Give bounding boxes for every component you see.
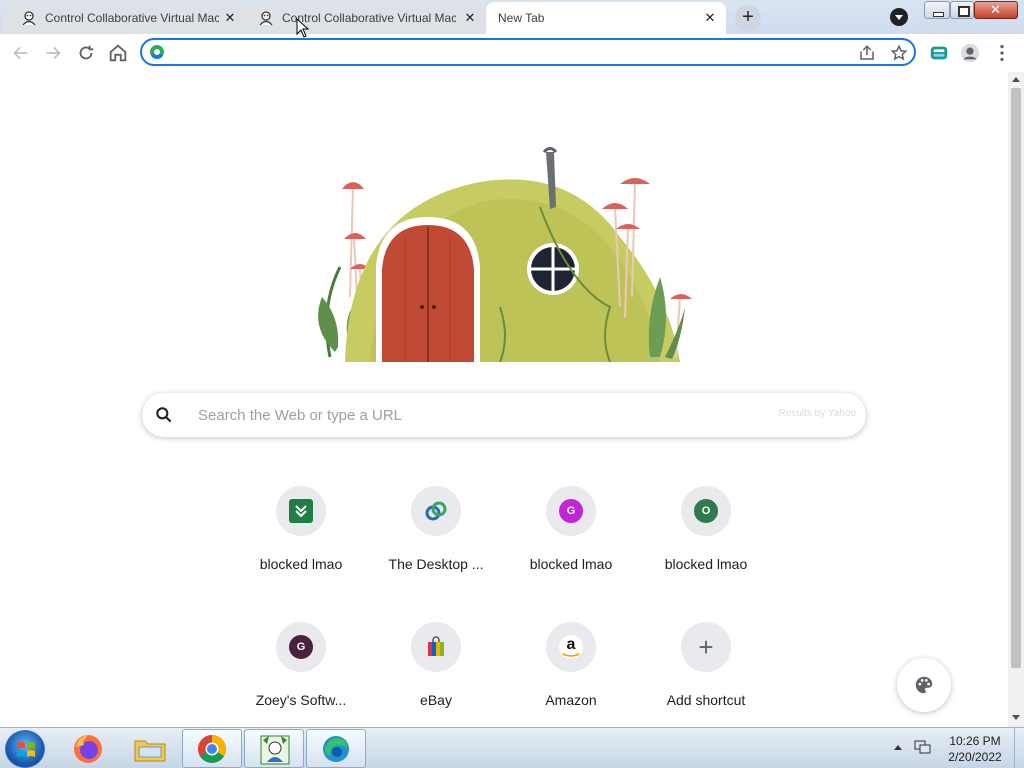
profile-avatar-icon[interactable] <box>959 42 981 64</box>
shortcut-label: blocked lmao <box>664 556 748 572</box>
shortcut-icon-circle: + <box>681 622 731 672</box>
edge-icon <box>323 736 349 762</box>
tab-close-icon[interactable]: ✕ <box>702 10 718 26</box>
shortcut-tile[interactable]: a Amazon <box>516 622 626 734</box>
amazon-letter: a <box>566 636 576 653</box>
cartoon-app-icon <box>260 735 290 765</box>
shortcut-tile[interactable]: G Zoey's Softw... <box>246 622 356 734</box>
address-input[interactable] <box>174 43 854 61</box>
tab-close-icon[interactable]: ✕ <box>462 10 478 26</box>
new-tab-page: Results by Yahoo blocked lmao The Deskto… <box>0 72 1008 727</box>
clock-date: 2/20/2022 <box>948 750 1002 764</box>
shortcut-icon-circle <box>411 622 461 672</box>
palette-icon <box>915 676 933 694</box>
clock-time: 10:26 PM <box>949 734 1001 748</box>
scroll-up-arrow-icon[interactable] <box>1012 77 1020 82</box>
windows-taskbar: 10:26 PM 2/20/2022 <box>0 727 1024 768</box>
shortcut-tile[interactable]: O blocked lmao <box>651 486 761 598</box>
letter-g-icon: G <box>559 499 583 523</box>
scroll-thumb[interactable] <box>1011 88 1021 668</box>
green-square-icon <box>289 499 313 523</box>
system-clock[interactable]: 10:26 PM 2/20/2022 <box>940 733 1010 765</box>
edge-taskbar-button[interactable] <box>306 729 366 768</box>
show-hidden-icons-icon[interactable] <box>894 745 902 750</box>
close-window-button[interactable] <box>974 1 1018 19</box>
desktop-link-icon <box>424 499 448 523</box>
customize-button[interactable] <box>897 658 951 712</box>
shopping-bag-icon <box>424 635 448 659</box>
tab-title: New Tab <box>498 11 545 25</box>
chrome-taskbar-button[interactable] <box>182 729 242 768</box>
home-icon[interactable] <box>107 42 129 64</box>
share-icon[interactable] <box>858 44 876 62</box>
browser-tab-2[interactable]: Control Collaborative Virtual Mac ✕ <box>246 2 486 34</box>
tab-close-icon[interactable]: ✕ <box>222 10 238 26</box>
shortcut-icon-circle: G <box>546 486 596 536</box>
bookmark-star-icon[interactable] <box>890 44 908 62</box>
tab-strip: Control Collaborative Virtual Mac ✕ Cont… <box>0 0 1024 34</box>
shortcut-label: blocked lmao <box>259 556 343 572</box>
extension-icon[interactable] <box>928 42 950 64</box>
new-tab-button[interactable]: + <box>735 5 761 31</box>
browser-tab-1[interactable]: Control Collaborative Virtual Mac ✕ <box>2 2 246 34</box>
shortcut-icon-circle: O <box>681 486 731 536</box>
shortcut-label: eBay <box>420 692 452 708</box>
page-scrollbar[interactable] <box>1008 72 1024 727</box>
shortcut-label: blocked lmao <box>529 556 613 572</box>
shortcut-icon-circle <box>411 486 461 536</box>
firefox-taskbar-button[interactable] <box>58 729 118 768</box>
mouse-cursor-icon <box>296 18 310 38</box>
browser-tab-3[interactable]: New Tab ✕ <box>486 2 726 34</box>
maximize-button[interactable] <box>950 1 974 19</box>
back-icon[interactable] <box>10 42 32 64</box>
minimize-button[interactable] <box>924 1 950 19</box>
tab-favicon-icon <box>259 11 273 26</box>
search-provider-label: Results by Yahoo <box>778 408 856 419</box>
show-desktop-button[interactable] <box>1014 728 1024 768</box>
shortcut-tile[interactable]: The Desktop ... <box>381 486 491 598</box>
search-icon <box>156 407 172 423</box>
web-search-box[interactable]: Results by Yahoo <box>142 393 866 437</box>
app-taskbar-button[interactable] <box>244 729 304 768</box>
hobbit-house-illustration <box>318 147 692 362</box>
shortcut-label: The Desktop ... <box>388 556 484 572</box>
reload-icon[interactable] <box>75 42 97 64</box>
forward-icon[interactable] <box>42 42 64 64</box>
address-bar[interactable] <box>140 38 916 66</box>
network-icon[interactable] <box>914 739 932 755</box>
shortcut-icon-circle: G <box>276 622 326 672</box>
shortcut-icon-circle: a <box>546 622 596 672</box>
shortcut-tile[interactable]: eBay <box>381 622 491 734</box>
amazon-icon: a <box>559 635 583 659</box>
tab-search-button[interactable] <box>890 8 908 26</box>
browser-toolbar <box>0 34 1024 72</box>
letter-o-icon: O <box>694 499 718 523</box>
plus-icon: + <box>698 632 714 662</box>
scroll-down-arrow-icon[interactable] <box>1012 715 1020 720</box>
shortcut-label: Add shortcut <box>666 692 746 708</box>
shortcut-tile[interactable]: blocked lmao <box>246 486 356 598</box>
start-button[interactable] <box>5 730 45 768</box>
search-input[interactable] <box>198 405 758 425</box>
shortcut-label: Amazon <box>545 692 597 708</box>
letter-g-icon: G <box>289 635 313 659</box>
add-shortcut-tile[interactable]: + Add shortcut <box>651 622 761 734</box>
shortcut-icon-circle <box>276 486 326 536</box>
tab-favicon-icon <box>22 11 36 26</box>
folder-icon <box>134 740 166 762</box>
menu-kebab-icon[interactable] <box>991 42 1013 64</box>
tab-title: Control Collaborative Virtual Mac <box>45 11 219 25</box>
shortcut-tile[interactable]: G blocked lmao <box>516 486 626 598</box>
site-info-icon[interactable] <box>150 45 164 59</box>
file-explorer-taskbar-button[interactable] <box>120 729 180 768</box>
firefox-icon <box>74 735 102 763</box>
chrome-icon <box>198 735 226 763</box>
windows-logo-icon <box>17 742 35 757</box>
shortcut-label: Zoey's Softw... <box>255 692 347 708</box>
